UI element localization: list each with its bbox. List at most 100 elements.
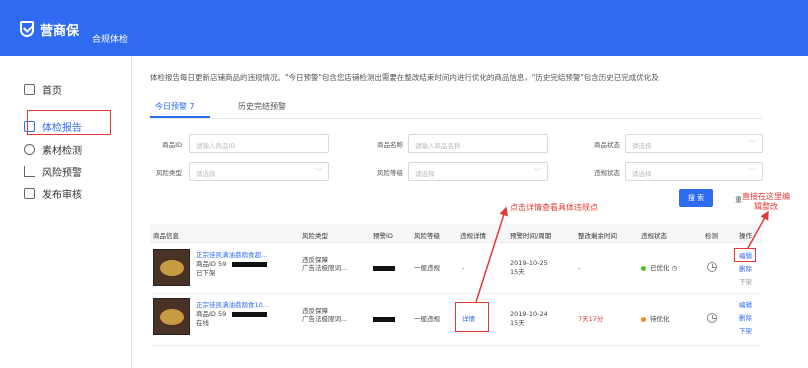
status-dot [641,265,646,271]
remaining-time: - [578,264,581,272]
column-header: 操作 [739,232,752,240]
violation-status-select[interactable]: 请选择 ﹀ [625,162,763,181]
shield-logo-icon [20,21,34,37]
app-subtitle: 合规体检 [92,35,129,45]
product-status: 已下架 [196,269,216,277]
delist-link[interactable]: 下架 [739,327,752,336]
chevron-down-icon: ﹀ [749,140,756,148]
product-title[interactable]: 正宗佳凯满油荔荫食超... [196,251,267,260]
risk-trend-icon [24,166,35,177]
placeholder: 请输入商品ID [196,142,236,150]
column-header: 预警时间/周期 [510,232,552,240]
violation-status-label: 已优化 [650,264,670,272]
product-thumbnail [153,298,190,335]
placeholder: 请选择 [196,170,216,178]
delist-link[interactable]: 下架 [739,278,752,287]
violation-status-label: 待优化 [650,315,670,323]
placeholder: 请选择 [415,170,435,178]
chevron-down-icon: ﹀ [534,168,541,176]
placeholder: 请输入商品名称 [415,142,461,150]
sidebar-item-label: 发布审核 [42,190,82,201]
filter-label-product-id: 商品ID [162,141,182,149]
annotation-edit-note: 直接在这里编辑整改 [742,192,790,211]
sidebar: 首页 体检报告 素材检测 风险预警 发布审核 [0,56,132,368]
delete-link[interactable]: 删除 [739,314,752,323]
sidebar-item-label: 风险预警 [42,168,82,179]
sidebar-item-home[interactable]: 首页 [24,82,62,97]
sidebar-item-material-scan[interactable]: 素材检测 [24,142,82,157]
arrow-to-detail-note [475,206,509,303]
column-header: 预警ID [373,232,393,240]
highlight-box-detail [455,302,489,332]
row-divider [150,293,762,294]
chevron-down-icon: ﹀ [315,168,322,176]
table-header [150,224,762,242]
product-title[interactable]: 正宗佳凯满油荔荫食10... [196,301,269,310]
product-id-input[interactable]: 请输入商品ID [189,134,329,153]
risk-level-select[interactable]: 请选择 ﹀ [408,162,548,181]
remaining-time: 7天17分 [578,315,604,323]
risk-level: 一般违规 [414,315,440,323]
clock-icon: ◷ [671,264,678,272]
risk-type-detail: 广告法极限词... [302,315,348,323]
status-dot [641,316,646,322]
tab-active-underline [150,116,210,118]
product-id: 商品ID 59 [196,310,227,318]
tab-today-warning[interactable]: 今日预警 7 [155,101,195,112]
redaction-bar [232,312,267,317]
chevron-down-icon: ﹀ [749,168,756,176]
product-status-select[interactable]: 请选择 ﹀ [625,134,763,153]
warning-date: 2019-10-24 [510,310,548,318]
tab-divider [150,118,762,119]
product-status: 在线 [196,319,209,327]
sidebar-item-label: 素材检测 [42,146,82,157]
annotation-detail-note: 点击详情查看具体违规点 [510,203,598,212]
filter-label-product-name: 商品名称 [377,141,403,149]
home-icon [24,84,35,95]
tab-history-warning[interactable]: 历史完结预警 [238,101,286,112]
delete-link[interactable]: 删除 [739,265,752,274]
product-thumbnail [153,249,190,286]
edit-link[interactable]: 编辑 [739,301,752,310]
column-header: 违规状态 [641,232,667,240]
warning-period: 15天 [510,319,525,327]
filter-label-violation-status: 违规状态 [594,169,620,177]
redaction-bar [232,262,267,267]
sidebar-item-risk-warning[interactable]: 风险预警 [24,164,82,179]
clock-icon [707,262,717,272]
publish-review-icon [24,188,35,199]
material-scan-icon [24,144,35,155]
column-header: 风险类型 [302,232,328,240]
reset-button[interactable]: 重 [735,195,742,205]
highlight-box-edit [734,248,756,262]
risk-level: 一般违规 [414,264,440,272]
violation-detail: - [462,264,465,272]
search-button[interactable]: 搜 索 [679,189,713,207]
warning-date: 2019-10-25 [510,259,548,267]
column-header: 整改剩余时间 [578,232,617,240]
filter-label-risk-type: 风险类型 [156,169,182,177]
highlight-box-report [27,110,111,135]
risk-type-detail: 广告法极限词... [302,264,348,272]
product-id: 商品ID 59 [196,260,227,268]
redaction-bar [373,317,395,322]
filter-label-product-status: 商品状态 [594,141,620,149]
filter-label-risk-level: 风险等级 [377,169,403,177]
column-header: 商品信息 [153,232,179,240]
clock-icon [707,313,717,323]
brand-name: 营商保 [40,24,80,39]
row-divider [150,345,762,346]
violation-status: 已优化 ◷ [641,264,677,273]
warning-period: 15天 [510,268,525,276]
sidebar-item-publish-review[interactable]: 发布审核 [24,186,82,201]
redaction-bar [373,266,395,271]
top-bar: 营商保 合规体检 [0,0,808,56]
placeholder: 请选择 [632,170,652,178]
sidebar-item-label: 首页 [42,86,62,97]
placeholder: 请选择 [632,142,652,150]
column-header: 违规详情 [460,232,486,240]
notice-text: 体检报告每日更新店铺商品的违规情况。"今日预警"包含您店铺检测出需要在整改结束时… [150,73,659,82]
product-name-input[interactable]: 请输入商品名称 [408,134,548,153]
column-header: 检测 [705,232,718,240]
risk-type-select[interactable]: 请选择 ﹀ [189,162,329,181]
